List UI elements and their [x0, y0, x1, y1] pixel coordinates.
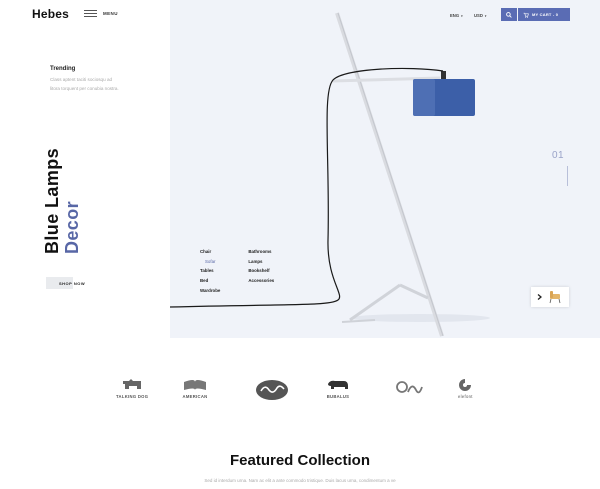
brand-name: elefont: [458, 394, 473, 399]
category-item[interactable]: Wardrobe: [200, 286, 220, 296]
category-item[interactable]: Tables: [200, 266, 220, 276]
brand-logos: TALKING DOG AMERICAN BUBALUS elefont: [0, 338, 600, 438]
search-icon: [506, 11, 512, 18]
shop-now-label: SHOP NOW: [59, 280, 86, 286]
featured-subtitle: Sed id interdum urna. Nam ac elit a ante…: [204, 478, 396, 483]
folka-logo-icon: [396, 381, 423, 394]
brand-name: BUBALUS: [326, 394, 350, 399]
trending-text-line1: Class aptent taciti sociosqu ad: [50, 77, 113, 82]
caret-down-icon: ▾: [461, 14, 463, 18]
brand-talking-dog[interactable]: TALKING DOG: [116, 378, 148, 399]
hero-title-line1: Blue Lamps: [42, 147, 62, 254]
buffalo-logo-icon: [328, 380, 348, 389]
elephant-logo-icon: [459, 379, 472, 391]
next-slide-button[interactable]: [531, 287, 569, 307]
menu-label: MENU: [103, 11, 118, 16]
site-logo[interactable]: Hebes: [32, 7, 69, 21]
category-item[interactable]: Chair: [200, 247, 220, 257]
shop-now-button[interactable]: SHOP NOW: [46, 277, 100, 289]
brand-american[interactable]: AMERICAN: [182, 378, 208, 399]
category-item[interactable]: Bathrooms: [248, 247, 274, 257]
slide-number: 01: [552, 150, 565, 161]
currency-select[interactable]: USD ▾: [474, 13, 486, 18]
brand-folka[interactable]: [394, 378, 424, 400]
category-item[interactable]: Bed: [200, 276, 220, 286]
script-badge-logo-icon: [256, 380, 288, 400]
category-item-active[interactable]: Sofar: [200, 257, 220, 267]
brand-bubalus[interactable]: BUBALUS: [326, 378, 350, 399]
brand-name: AMERICAN: [182, 394, 208, 399]
featured-title: Featured Collection: [229, 452, 371, 469]
cart-button[interactable]: MY CART - 0: [518, 8, 570, 21]
category-column-2: Bathrooms Lamps Bookshelf Accessories: [248, 247, 274, 296]
category-column-1: Chair Sofar Tables Bed Wardrobe: [200, 247, 220, 296]
category-menu: Chair Sofar Tables Bed Wardrobe Bathroom…: [200, 247, 274, 296]
hero-banner: ENG ▾ USD ▾ MY CART - 0 Chair Sofar Tables…: [170, 0, 600, 338]
book-logo-icon: [184, 380, 206, 390]
brand-name: TALKING DOG: [116, 394, 149, 399]
left-panel: Hebes MENU Trending Class aptent taciti …: [0, 0, 170, 338]
category-item[interactable]: Bookshelf: [248, 266, 274, 276]
hero-title-line2: Decor: [62, 200, 82, 254]
cart-icon: [523, 12, 529, 18]
cart-label: MY CART - 0: [532, 12, 559, 17]
category-item[interactable]: Accessories: [248, 276, 274, 286]
trending-text-line2: litora torquent per conubia nostra.: [50, 86, 119, 91]
language-select[interactable]: ENG ▾: [450, 13, 463, 18]
brand-script-badge[interactable]: [254, 378, 290, 402]
chair-thumbnail-icon: [549, 291, 561, 304]
hamburger-icon: [84, 10, 97, 17]
dog-logo-icon: [123, 379, 142, 389]
search-button[interactable]: [501, 8, 517, 21]
hero-title: Blue Lamps Decor: [42, 148, 82, 254]
trending-block: Trending Class aptent taciti sociosqu ad…: [50, 66, 165, 93]
chevron-right-icon: [537, 294, 542, 300]
slide-indicator-line: [567, 166, 568, 186]
menu-button[interactable]: MENU: [84, 10, 118, 17]
trending-title: Trending: [50, 66, 76, 72]
caret-down-icon: ▾: [484, 14, 487, 18]
brand-elefont[interactable]: elefont: [458, 378, 473, 399]
category-item[interactable]: Lamps: [248, 257, 274, 267]
